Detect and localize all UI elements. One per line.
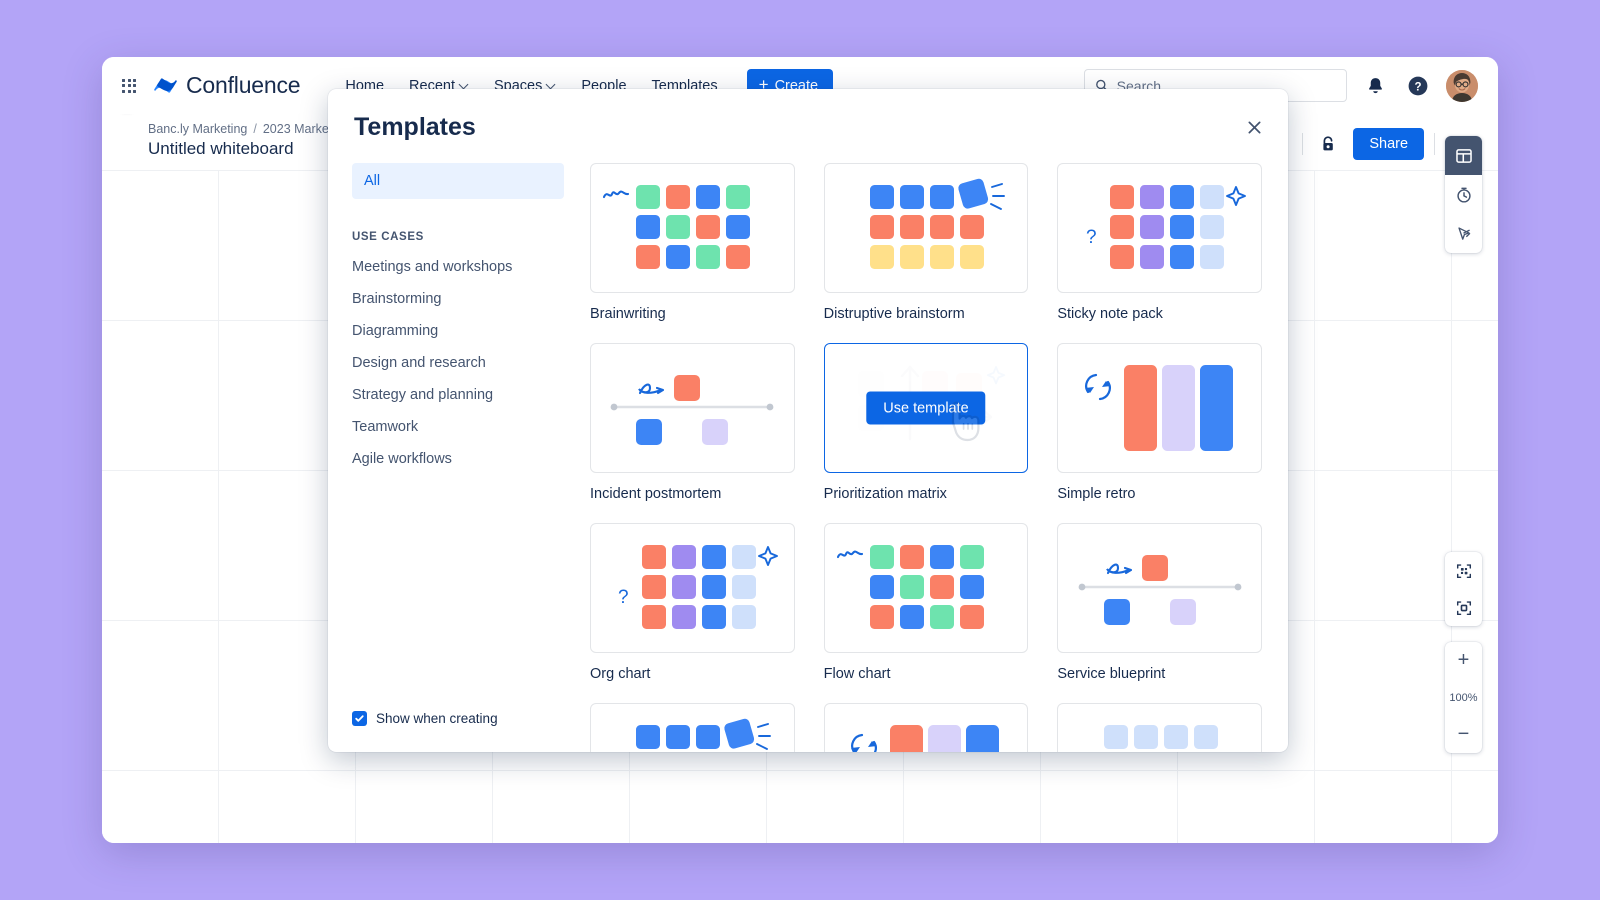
templates-sidebar: All USE CASES Meetings and workshops Bra…: [352, 163, 564, 467]
modal-title: Templates: [354, 113, 476, 141]
use-case-brainstorming[interactable]: Brainstorming: [352, 291, 564, 307]
use-case-teamwork[interactable]: Teamwork: [352, 419, 564, 435]
template-thumbnail: [1057, 523, 1262, 653]
divider: [1302, 133, 1304, 155]
template-name-label: Sticky note pack: [1057, 306, 1163, 322]
template-thumbnail: Use template: [823, 343, 1029, 473]
timeline-arrow-icon: [610, 375, 774, 445]
template-name-label: Service blueprint: [1057, 666, 1166, 682]
grid-columns-sparkle-icon: ?: [1086, 185, 1246, 269]
show-when-creating-label: Show when creating: [376, 711, 498, 726]
template-card[interactable]: ? Sticky note pack: [1057, 163, 1262, 343]
svg-text:?: ?: [1086, 227, 1097, 248]
timer-icon[interactable]: [1445, 175, 1482, 214]
cursor-presence-icon[interactable]: [1445, 214, 1482, 253]
template-thumbnail: [590, 703, 795, 752]
template-name-label: Org chart: [590, 666, 651, 682]
unlock-padlock-icon[interactable]: [1313, 129, 1343, 159]
grid-columns-sparkle-icon: ?: [618, 545, 779, 629]
confluence-logo[interactable]: Confluence: [154, 72, 301, 99]
checkbox-checked-icon: [352, 711, 367, 726]
app-switcher-icon[interactable]: [122, 78, 136, 93]
use-case-diagramming[interactable]: Diagramming: [352, 323, 564, 339]
grid-pastel-flying-icon: [1103, 725, 1218, 749]
share-button-label: Share: [1369, 136, 1409, 152]
svg-text:?: ?: [1414, 81, 1421, 93]
use-case-strategy-and-planning[interactable]: Strategy and planning: [352, 387, 564, 403]
zoom-level-label[interactable]: 100%: [1445, 679, 1482, 716]
template-name-label: Incident postmortem: [590, 486, 722, 502]
grid-rows-flying-icon: [869, 178, 1005, 269]
use-case-agile-workflows[interactable]: Agile workflows: [352, 451, 564, 467]
grid-mixed-scribble-icon: [836, 545, 984, 629]
template-name-label: Simple retro: [1057, 486, 1136, 502]
svg-text:?: ?: [618, 587, 629, 608]
template-thumbnail: ?: [590, 523, 795, 653]
template-card[interactable]: Service blueprint: [1057, 523, 1262, 703]
timeline-arrow-icon: [1078, 555, 1242, 625]
breadcrumb-separator: /: [253, 122, 257, 136]
zoom-in-button[interactable]: +: [1445, 642, 1482, 679]
whiteboard-tool-bar: [1445, 136, 1482, 253]
filter-all[interactable]: All: [352, 163, 564, 199]
notification-bell-icon[interactable]: [1360, 71, 1390, 101]
templates-panel-icon[interactable]: [1445, 136, 1482, 175]
breadcrumb-item-space[interactable]: Banc.ly Marketing: [148, 122, 247, 136]
template-card[interactable]: Use template Prioritization matrix: [823, 343, 1029, 523]
use-template-button[interactable]: Use template: [866, 391, 986, 425]
template-thumbnail: [1057, 703, 1262, 752]
template-thumbnail: ?: [1057, 163, 1262, 293]
grid-rows-flying-icon: [636, 718, 772, 750]
template-name-label: Prioritization matrix: [823, 486, 947, 502]
show-when-creating-checkbox[interactable]: Show when creating: [352, 711, 498, 726]
template-thumbnail: [1057, 343, 1262, 473]
view-controls-bar: [1445, 552, 1482, 626]
template-card[interactable]: [823, 703, 1029, 752]
use-case-meetings-and-workshops[interactable]: Meetings and workshops: [352, 259, 564, 275]
grid-mixed-scribble-icon: [603, 185, 751, 269]
use-cases-heading: USE CASES: [352, 231, 424, 243]
templates-grid: Brainwriting Distruptive brainstorm? Stick…: [590, 163, 1288, 752]
three-columns-refresh-icon: [850, 725, 999, 752]
share-button[interactable]: Share: [1353, 128, 1425, 160]
template-card[interactable]: ? Org chart: [590, 523, 795, 703]
three-columns-refresh-icon: [1084, 365, 1233, 451]
chevron-down-icon: [547, 80, 556, 89]
template-thumbnail: [823, 703, 1029, 752]
template-name-label: Brainwriting: [590, 306, 666, 322]
zoom-out-button[interactable]: −: [1445, 716, 1482, 753]
template-card[interactable]: [1057, 703, 1262, 752]
template-card[interactable]: Flow chart: [823, 523, 1029, 703]
template-card[interactable]: Simple retro: [1057, 343, 1262, 523]
fit-to-screen-icon[interactable]: [1445, 552, 1482, 589]
help-question-icon[interactable]: ?: [1403, 71, 1433, 101]
brand-name: Confluence: [186, 72, 301, 98]
template-name-label: Distruptive brainstorm: [823, 306, 965, 322]
zoom-to-selection-icon[interactable]: [1445, 589, 1482, 626]
template-thumbnail: [823, 163, 1029, 293]
template-card[interactable]: Brainwriting: [590, 163, 795, 343]
close-icon[interactable]: [1240, 113, 1268, 141]
template-card[interactable]: Incident postmortem: [590, 343, 795, 523]
templates-modal: Templates All USE CASES Meetings and wor…: [328, 89, 1288, 752]
template-thumbnail: [590, 343, 795, 473]
confluence-app-window: Confluence Home Recent Spaces People Tem…: [102, 57, 1498, 843]
template-thumbnail: [823, 523, 1029, 653]
user-avatar[interactable]: [1446, 69, 1478, 102]
zoom-controls-bar: + 100% −: [1445, 642, 1482, 753]
divider: [1434, 133, 1436, 155]
template-name-label: Flow chart: [823, 666, 891, 682]
template-card[interactable]: Distruptive brainstorm: [823, 163, 1029, 343]
confluence-mark-icon: [154, 78, 177, 93]
template-card[interactable]: [590, 703, 795, 752]
template-thumbnail: [590, 163, 795, 293]
chevron-down-icon: [460, 80, 469, 89]
use-case-design-and-research[interactable]: Design and research: [352, 355, 564, 371]
